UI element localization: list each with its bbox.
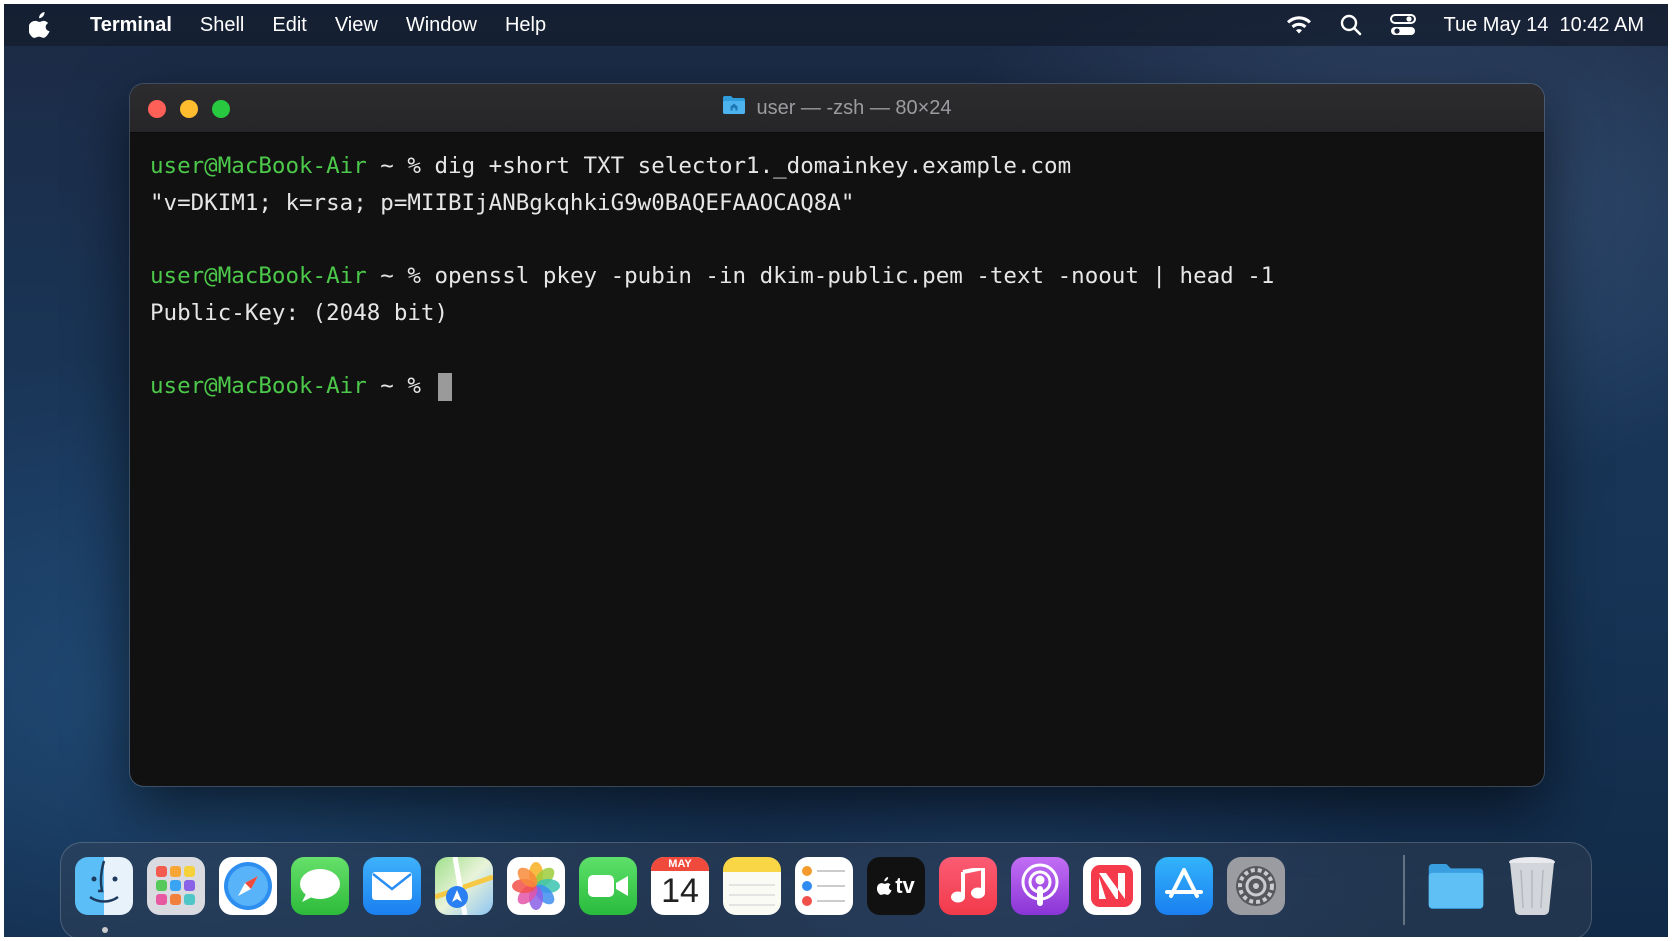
menu-view[interactable]: View xyxy=(321,14,392,37)
dock: MAY 14 tv xyxy=(60,842,1592,937)
menu-bar: Terminal Shell Edit View Window Help Tue… xyxy=(4,4,1668,46)
terminal-line: user@MacBook-Air ~ % openssl pkey -pubin… xyxy=(150,258,1524,295)
launchpad-icon[interactable] xyxy=(147,857,205,915)
menu-help[interactable]: Help xyxy=(491,14,560,37)
command-text: openssl pkey -pubin -in dkim-public.pem … xyxy=(434,263,1275,289)
safari-icon[interactable] xyxy=(219,857,277,915)
output-text: "v=DKIM1; k=rsa; p=MIIBIjANBgkqhkiG9w0BA… xyxy=(150,190,855,216)
window-title-text: user — -zsh — 80×24 xyxy=(756,96,952,119)
facetime-icon[interactable] xyxy=(579,857,637,915)
reminders-icon[interactable] xyxy=(795,857,853,915)
prompt-user: user@MacBook-Air xyxy=(150,153,367,179)
podcasts-icon[interactable] xyxy=(1011,857,1069,915)
tv-icon-label: tv xyxy=(895,873,915,898)
output-text: Public-Key: (2048 bit) xyxy=(150,300,449,326)
folder-icon xyxy=(722,95,746,121)
tv-icon[interactable]: tv xyxy=(867,857,925,915)
window-title: user — -zsh — 80×24 xyxy=(130,84,1544,132)
spotlight-search-icon[interactable] xyxy=(1340,14,1362,36)
trash-icon[interactable] xyxy=(1503,857,1561,915)
messages-icon[interactable] xyxy=(291,857,349,915)
prompt-user: user@MacBook-Air xyxy=(150,373,367,399)
terminal-line: user@MacBook-Air ~ % xyxy=(150,368,1524,405)
dock-separator xyxy=(1403,855,1405,925)
terminal-line: "v=DKIM1; k=rsa; p=MIIBIjANBgkqhkiG9w0BA… xyxy=(150,185,1524,222)
apple-menu-icon[interactable] xyxy=(4,12,76,38)
terminal-line: Public-Key: (2048 bit) xyxy=(150,295,1524,332)
command-text: dig +short TXT selector1._domainkey.exam… xyxy=(434,153,1072,179)
calendar-day: 14 xyxy=(661,872,699,910)
prompt-symbol: ~ % xyxy=(366,153,435,179)
menu-shell[interactable]: Shell xyxy=(186,14,258,37)
menubar-clock[interactable]: Tue May 14 10:42 AM xyxy=(1444,14,1644,37)
maps-icon[interactable] xyxy=(435,857,493,915)
terminal-window: user — -zsh — 80×24 user@MacBook-Air ~ %… xyxy=(130,84,1544,786)
running-indicator xyxy=(102,927,108,933)
notes-icon[interactable] xyxy=(723,857,781,915)
app-store-icon[interactable] xyxy=(1155,857,1213,915)
menu-edit[interactable]: Edit xyxy=(258,14,320,37)
prompt-user: user@MacBook-Air xyxy=(150,263,367,289)
control-center-icon[interactable] xyxy=(1389,14,1416,36)
photos-icon[interactable] xyxy=(507,857,565,915)
system-preferences-icon[interactable] xyxy=(1227,857,1285,915)
text-cursor xyxy=(438,372,453,401)
prompt-symbol: ~ % xyxy=(366,373,435,399)
calendar-icon[interactable]: MAY 14 xyxy=(651,857,709,915)
menu-app-name[interactable]: Terminal xyxy=(76,14,186,37)
terminal-output[interactable]: user@MacBook-Air ~ % dig +short TXT sele… xyxy=(150,148,1524,405)
calendar-month: MAY xyxy=(651,857,709,871)
mail-icon[interactable] xyxy=(363,857,421,915)
menu-window[interactable]: Window xyxy=(392,14,491,37)
desktop: Terminal Shell Edit View Window Help Tue… xyxy=(4,4,1668,937)
finder-icon[interactable] xyxy=(75,857,133,915)
news-icon[interactable] xyxy=(1083,857,1141,915)
wifi-icon[interactable] xyxy=(1286,15,1312,35)
prompt-symbol: ~ % xyxy=(366,263,435,289)
downloads-folder-icon[interactable] xyxy=(1427,857,1485,915)
terminal-line: user@MacBook-Air ~ % dig +short TXT sele… xyxy=(150,148,1524,185)
window-titlebar[interactable]: user — -zsh — 80×24 xyxy=(130,84,1544,133)
music-icon[interactable] xyxy=(939,857,997,915)
